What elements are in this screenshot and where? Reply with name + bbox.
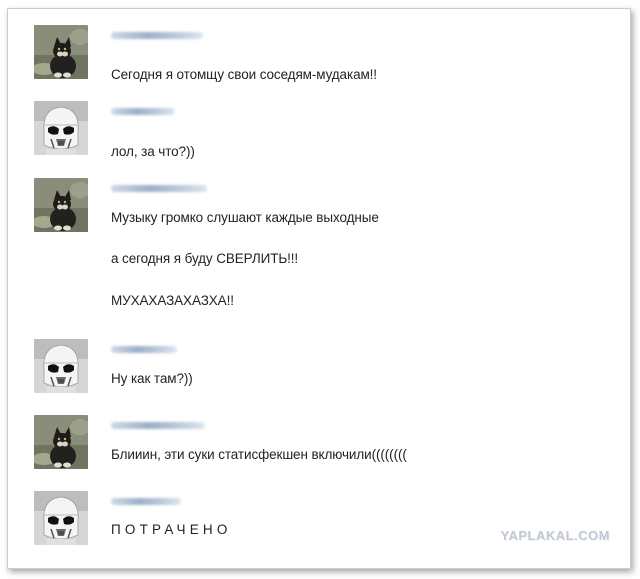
cat-avatar[interactable] (34, 178, 88, 232)
message-text: а сегодня я буду СВЕРЛИТЬ!!! (111, 251, 299, 266)
message-text: Музыку громко слушают каждые выходные (111, 210, 379, 225)
stormtrooper-avatar[interactable] (34, 491, 88, 545)
sender-name-blurred[interactable] (111, 185, 207, 192)
stormtrooper-avatar[interactable] (34, 101, 88, 155)
sender-name-blurred[interactable] (111, 346, 177, 353)
sender-name-blurred[interactable] (111, 108, 175, 115)
message-text: Ну как там?)) (111, 371, 193, 386)
cat-avatar[interactable] (34, 25, 88, 79)
message-text: МУХАХАЗАХАЗХА!! (111, 293, 234, 308)
cat-avatar[interactable] (34, 415, 88, 469)
message-text: Блииин, эти суки статисфекшен включили((… (111, 447, 407, 462)
sender-name-blurred[interactable] (111, 498, 181, 505)
sender-name-blurred[interactable] (111, 422, 205, 429)
message-text: ПОТРАЧЕНО (111, 522, 232, 537)
site-watermark: YAPLAKAL.COM (500, 528, 610, 543)
chat-window: Сегодня я отомщу свои соседям-мудакам!! … (7, 8, 631, 569)
message-text: лол, за что?)) (111, 144, 195, 159)
stormtrooper-avatar[interactable] (34, 339, 88, 393)
message-text: Сегодня я отомщу свои соседям-мудакам!! (111, 67, 377, 82)
sender-name-blurred[interactable] (111, 32, 203, 39)
